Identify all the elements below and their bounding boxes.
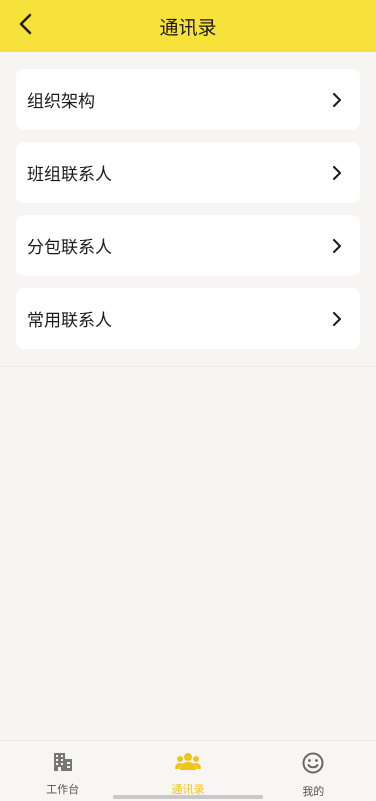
home-indicator bbox=[113, 795, 263, 799]
header-bar: 通讯录 bbox=[0, 0, 376, 52]
menu-item-team-contacts[interactable]: 班组联系人 bbox=[16, 142, 360, 203]
menu-item-label: 班组联系人 bbox=[27, 165, 112, 185]
smiley-icon bbox=[302, 752, 324, 778]
chevron-right-icon bbox=[330, 238, 344, 253]
tab-contacts[interactable]: 通讯录 bbox=[125, 741, 250, 801]
menu-item-label: 常用联系人 bbox=[27, 311, 112, 331]
tab-workbench[interactable]: 工作台 bbox=[0, 741, 125, 801]
contacts-menu: 组织架构 班组联系人 分包联系人 常用联系人 bbox=[16, 69, 360, 361]
chevron-left-icon bbox=[18, 13, 34, 39]
chevron-right-icon bbox=[330, 311, 344, 326]
tab-label: 工作台 bbox=[46, 783, 80, 796]
back-button[interactable] bbox=[8, 8, 44, 44]
menu-item-org-structure[interactable]: 组织架构 bbox=[16, 69, 360, 130]
menu-item-frequent-contacts[interactable]: 常用联系人 bbox=[16, 288, 360, 349]
chevron-right-icon bbox=[330, 165, 344, 180]
building-icon bbox=[52, 752, 74, 776]
contacts-icon bbox=[174, 752, 201, 776]
menu-item-subcontract-contacts[interactable]: 分包联系人 bbox=[16, 215, 360, 276]
page-title: 通讯录 bbox=[159, 16, 217, 39]
tab-label: 我的 bbox=[302, 785, 325, 798]
bottom-tab-bar: 工作台 通讯录 我的 bbox=[0, 740, 376, 801]
tab-mine[interactable]: 我的 bbox=[251, 741, 376, 801]
chevron-right-icon bbox=[330, 92, 344, 107]
content-divider bbox=[0, 366, 376, 367]
menu-item-label: 组织架构 bbox=[27, 92, 95, 112]
menu-item-label: 分包联系人 bbox=[27, 238, 112, 258]
